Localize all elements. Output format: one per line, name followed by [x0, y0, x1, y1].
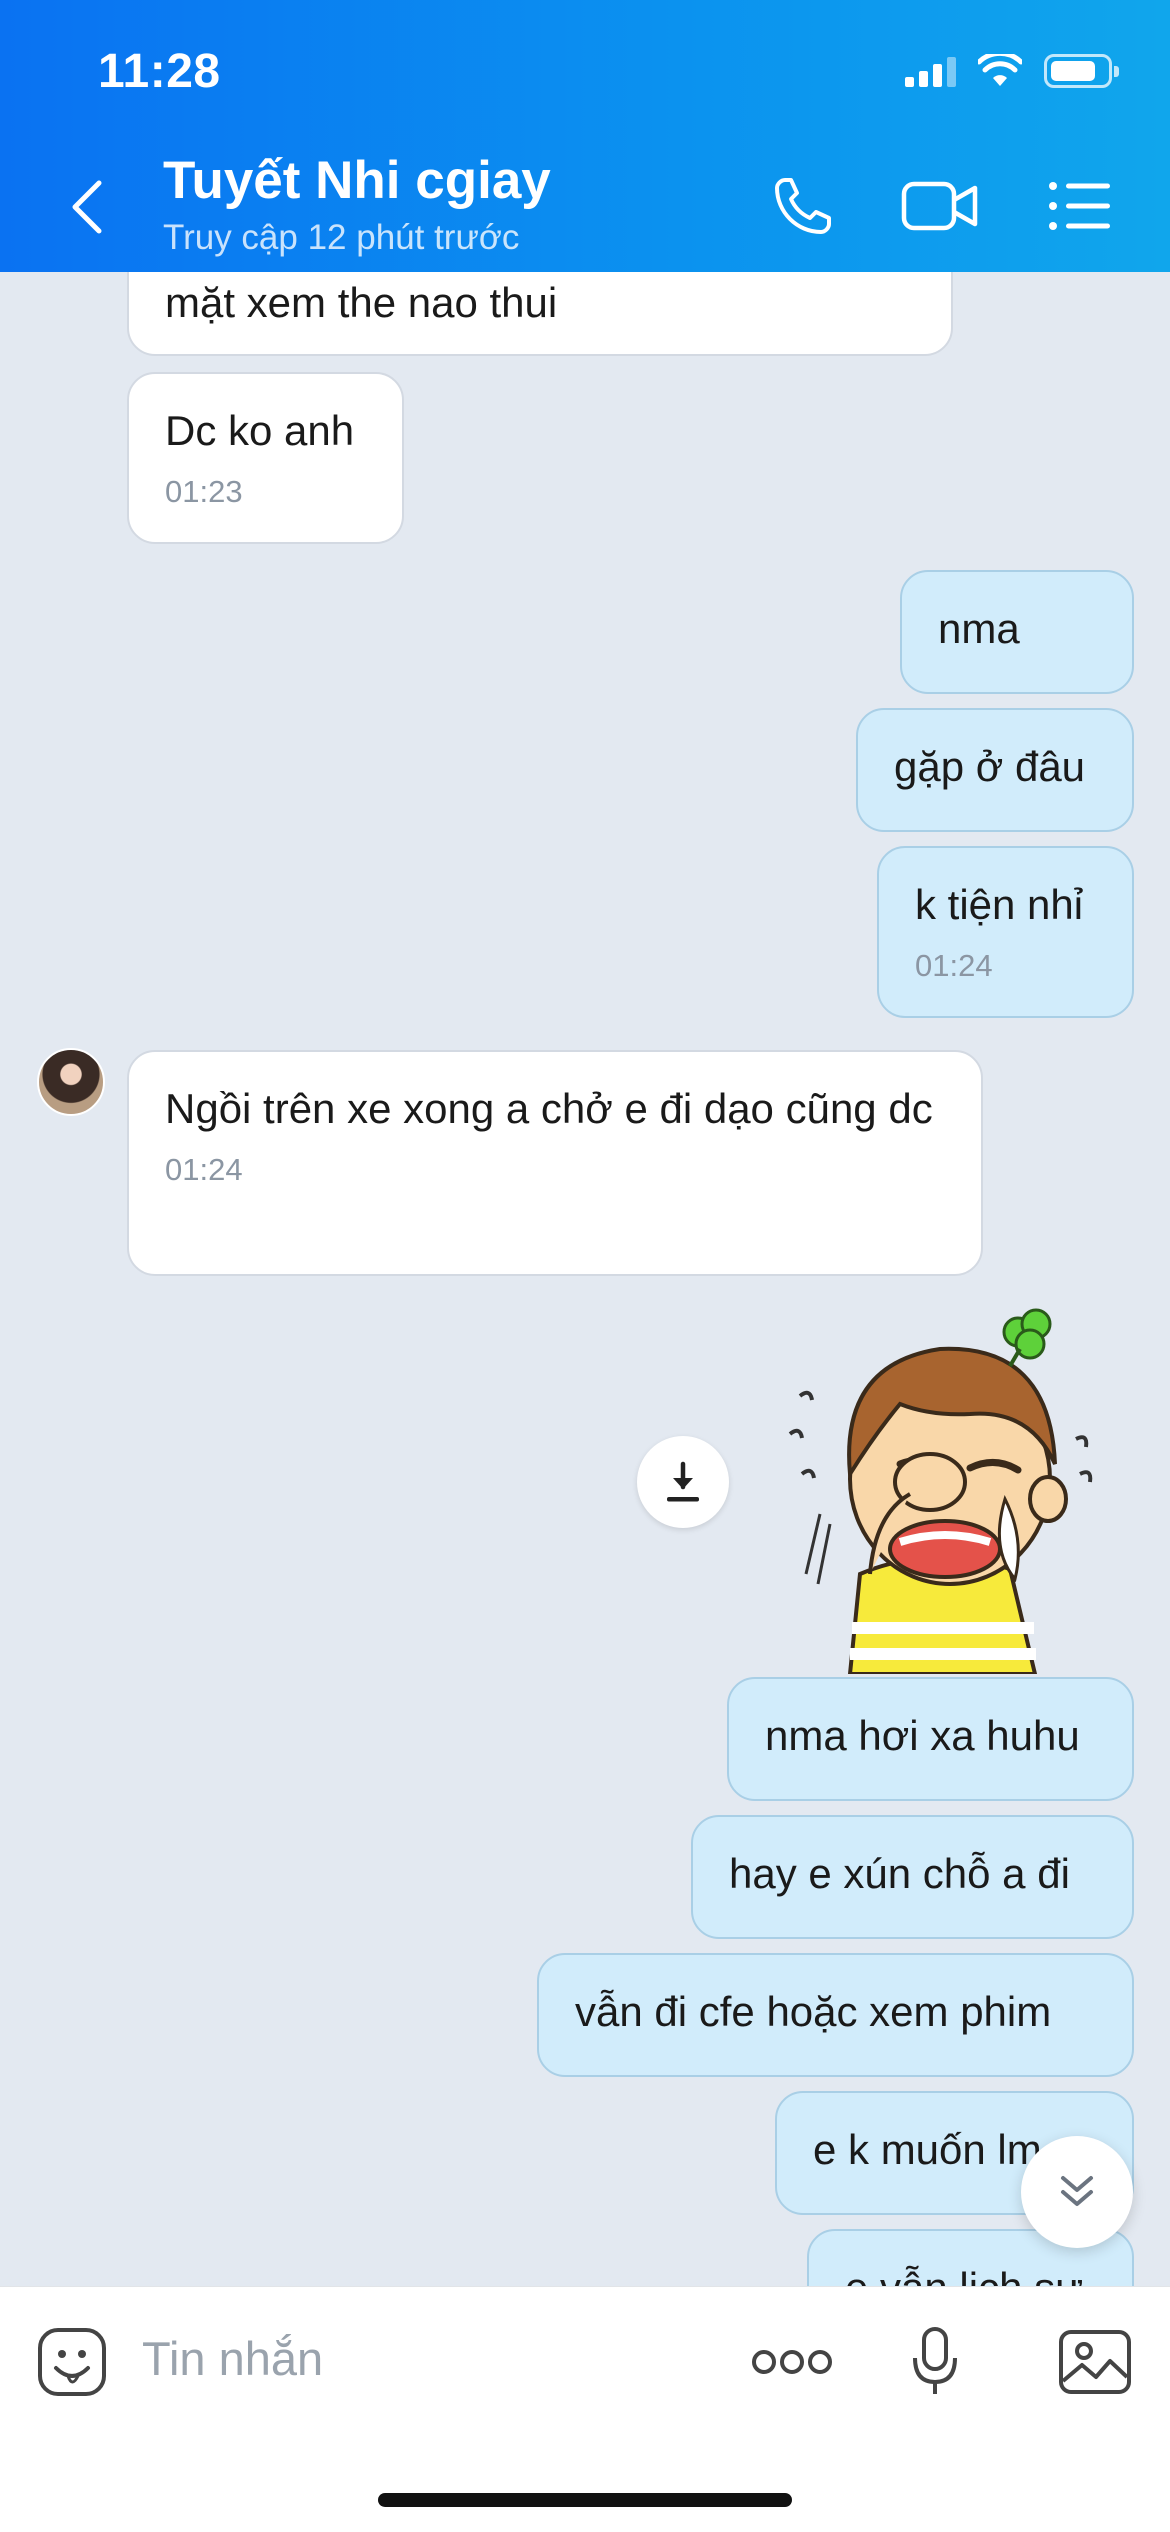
more-icon	[752, 2350, 832, 2374]
emoji-icon	[38, 2328, 106, 2396]
cellular-signal-icon	[905, 55, 956, 87]
message-bubble-incoming[interactable]: mặt xem the nao thui	[127, 272, 953, 356]
download-icon	[667, 1461, 699, 1502]
message-text: mặt xem the nao thui	[165, 279, 558, 326]
message-bubble-outgoing[interactable]: k tiện nhỉ 01:24	[877, 846, 1134, 1018]
video-call-icon	[901, 181, 978, 231]
image-icon	[1059, 2330, 1131, 2394]
message-bubble-outgoing[interactable]: nma	[900, 570, 1134, 694]
microphone-icon	[913, 2327, 957, 2394]
last-seen-status: Truy cập 12 phút trước	[163, 218, 520, 257]
message-text: Dc ko anh	[165, 407, 355, 454]
send-image-button[interactable]	[1050, 2317, 1140, 2407]
message-input[interactable]: Tin nhắn	[142, 2331, 323, 2386]
message-bubble-outgoing[interactable]: nma hơi xa huhu	[727, 1677, 1134, 1801]
back-icon	[72, 180, 102, 234]
message-time: 01:24	[165, 1152, 243, 1187]
message-bubble-outgoing[interactable]: vẫn đi cfe hoặc xem phim	[537, 1953, 1134, 2077]
message-input-bar: Tin nhắn	[0, 2286, 1170, 2532]
battery-icon	[1044, 54, 1119, 88]
message-text: nma hơi xa huhu	[765, 1712, 1080, 1759]
scroll-to-bottom-button[interactable]	[1021, 2136, 1133, 2248]
message-text: Ngồi trên xe xong a chở e đi dạo cũng dc	[165, 1085, 933, 1132]
save-sticker-button[interactable]	[637, 1436, 729, 1528]
status-time: 11:28	[98, 45, 221, 98]
contact-avatar[interactable]	[37, 1048, 105, 1116]
voice-call-button[interactable]	[763, 168, 843, 244]
message-text: k tiện nhỉ	[915, 881, 1084, 928]
menu-list-icon	[1049, 182, 1110, 230]
scroll-down-icon	[1061, 2176, 1093, 2206]
emoji-button[interactable]	[27, 2317, 117, 2407]
message-time: 01:24	[915, 948, 993, 983]
phone-icon	[775, 178, 831, 234]
voice-message-button[interactable]	[890, 2317, 980, 2407]
message-bubble-incoming[interactable]: Dc ko anh 01:23	[127, 372, 404, 544]
message-bubble-outgoing[interactable]: hay e xún chỗ a đi	[691, 1815, 1134, 1939]
wifi-icon	[978, 54, 1022, 86]
back-button[interactable]	[58, 172, 114, 242]
message-text: gặp ở đâu	[894, 743, 1086, 790]
message-bubble-outgoing[interactable]: gặp ở đâu	[856, 708, 1134, 832]
message-text: vẫn đi cfe hoặc xem phim	[575, 1988, 1052, 2035]
crying-boy-sticker[interactable]	[780, 1304, 1110, 1674]
message-time: 01:23	[165, 474, 243, 509]
status-icons	[905, 54, 1119, 88]
video-call-button[interactable]	[900, 168, 980, 244]
chat-header: 11:28 Tuyết Nhi cgiay Truy cập 12 phút t…	[0, 0, 1170, 272]
more-options-button[interactable]	[747, 2317, 837, 2407]
message-list[interactable]: mặt xem the nao thui Dc ko anh 01:23 nma…	[0, 272, 1170, 2286]
message-bubble-incoming[interactable]: Ngồi trên xe xong a chở e đi dạo cũng dc…	[127, 1050, 983, 1276]
home-indicator	[378, 2493, 792, 2507]
chat-options-button[interactable]	[1040, 168, 1120, 244]
contact-name[interactable]: Tuyết Nhi cgiay	[163, 150, 551, 211]
message-text: hay e xún chỗ a đi	[729, 1850, 1070, 1897]
message-text: nma	[938, 605, 1020, 652]
